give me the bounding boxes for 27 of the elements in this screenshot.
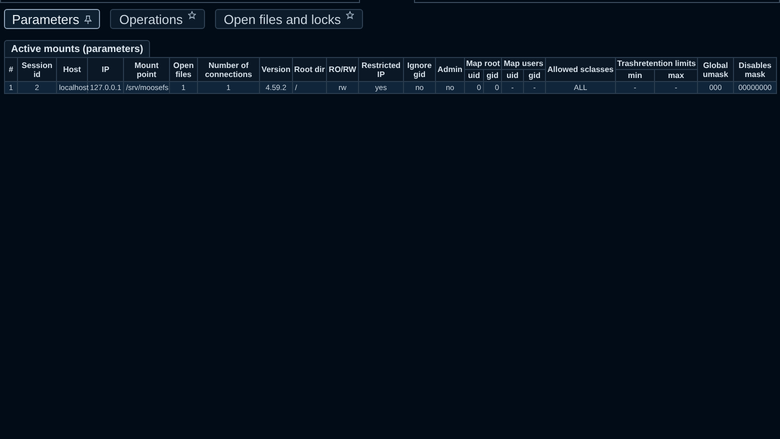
tab[interactable]: Open files and locks: [214, 9, 363, 29]
column-header: Host: [56, 58, 88, 82]
column-header: Root dir: [292, 58, 326, 82]
column-header: Mount point: [124, 58, 170, 82]
column-header: #: [4, 58, 18, 82]
star-icon: [188, 11, 196, 20]
column-header: Number of connections: [198, 58, 260, 82]
column-header: Session id: [18, 58, 56, 82]
column-header: Map users: [502, 58, 546, 70]
column-header: Trashretention limits: [616, 58, 698, 70]
tab[interactable]: Parameters: [4, 9, 100, 29]
column-header: Open files: [170, 58, 198, 82]
column-header: Version: [260, 58, 292, 82]
star-icon: [346, 11, 354, 20]
column-header: Global umask: [698, 58, 734, 82]
column-header: RO/RW: [326, 58, 358, 82]
tab[interactable]: Operations: [110, 9, 205, 29]
column-header: max: [654, 70, 698, 82]
column-header: Map root: [464, 58, 502, 70]
pin-icon: [84, 14, 92, 24]
column-header: Admin: [436, 58, 464, 82]
column-header: Restricted IP: [358, 58, 404, 82]
column-header: IP: [88, 58, 124, 82]
column-header: Disables mask: [734, 58, 777, 82]
column-header: Ignore gid: [404, 58, 436, 82]
panel-title: Active mounts (parameters): [4, 40, 150, 57]
column-header: Allowed sclasses: [546, 58, 616, 82]
